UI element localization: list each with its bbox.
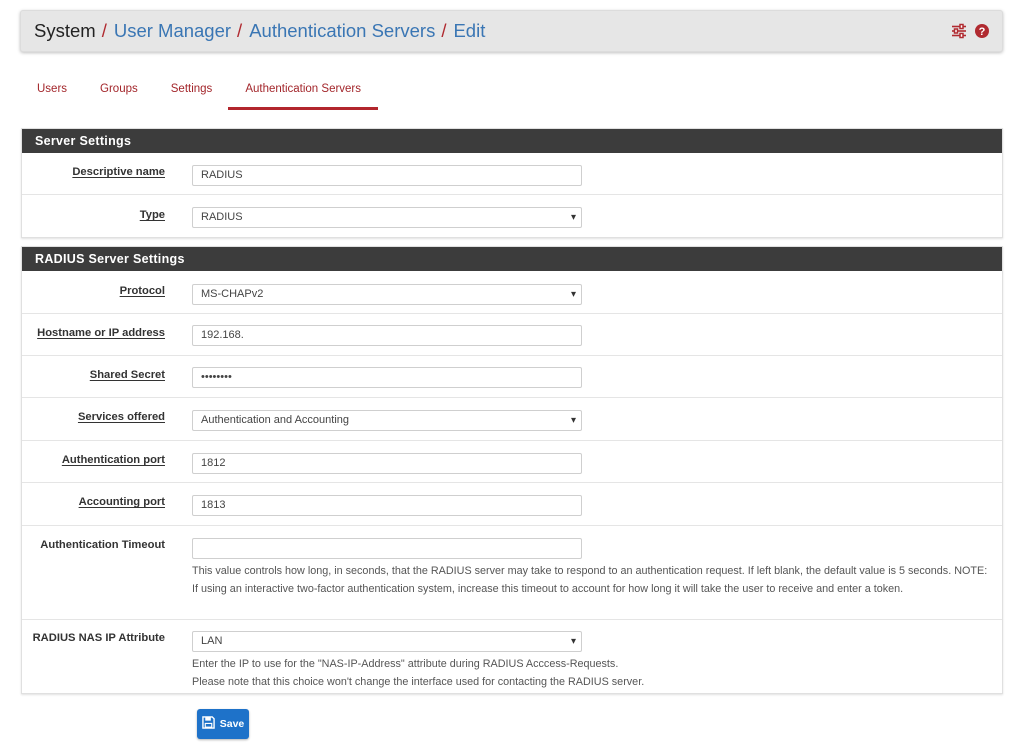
form-row: Services offered Authentication and Acco… xyxy=(22,398,1002,441)
nas-ip-attribute-label: RADIUS NAS IP Attribute xyxy=(32,632,165,644)
shared-secret-label: Shared Secret xyxy=(89,369,165,381)
breadcrumb-separator: / xyxy=(101,20,107,41)
sliders-icon[interactable] xyxy=(951,23,967,39)
services-offered-select-value: Authentication and Accounting xyxy=(201,414,350,426)
form-row: Type RADIUS xyxy=(22,195,1002,238)
accounting-port-input[interactable]: 1813 xyxy=(192,495,582,516)
form-row: Protocol MS-CHAPv2 xyxy=(22,271,1002,314)
type-select[interactable]: RADIUS xyxy=(192,207,582,228)
protocol-select-value: MS-CHAPv2 xyxy=(201,288,264,300)
form-row: Shared Secret •••••••• xyxy=(22,356,1002,398)
authentication-port-input[interactable]: 1812 xyxy=(192,453,582,474)
authentication-port-label: Authentication port xyxy=(61,454,165,466)
form-row: Descriptive name RADIUS xyxy=(22,153,1002,195)
type-select-value: RADIUS xyxy=(201,211,243,223)
svg-text:?: ? xyxy=(979,26,986,38)
form-row: RADIUS NAS IP Attribute LAN Enter the IP… xyxy=(22,620,1002,695)
breadcrumb-separator: / xyxy=(237,20,243,41)
form-row: Authentication Timeout This value contro… xyxy=(22,526,1002,620)
type-label: Type xyxy=(139,209,165,221)
floppy-disk-icon xyxy=(201,716,215,732)
save-button[interactable]: Save xyxy=(197,709,249,739)
breadcrumb-separator: / xyxy=(441,20,447,41)
breadcrumb-root: System xyxy=(34,20,96,41)
page-header: System / User Manager / Authentication S… xyxy=(20,10,1003,52)
protocol-label: Protocol xyxy=(119,285,165,297)
nas-ip-attribute-select[interactable]: LAN xyxy=(192,631,582,652)
tab-settings[interactable]: Settings xyxy=(154,72,229,110)
tab-users[interactable]: Users xyxy=(20,72,83,110)
panel-heading: Server Settings xyxy=(22,129,1002,153)
help-icon[interactable]: ? xyxy=(974,23,990,39)
shared-secret-input[interactable]: •••••••• xyxy=(192,367,582,388)
authentication-timeout-help: This value controls how long, in seconds… xyxy=(192,565,988,595)
save-button-label: Save xyxy=(219,718,245,730)
nas-ip-help-line-2: Please note that this choice won't chang… xyxy=(192,676,645,688)
accounting-port-label: Accounting port xyxy=(78,496,165,508)
server-settings-panel: Server Settings Descriptive name RADIUS … xyxy=(21,128,1003,238)
form-row: Hostname or IP address 192.168. xyxy=(22,314,1002,356)
hostname-input[interactable]: 192.168. xyxy=(192,325,582,346)
radius-settings-panel: RADIUS Server Settings Protocol MS-CHAPv… xyxy=(21,246,1003,694)
breadcrumb-authentication-servers[interactable]: Authentication Servers xyxy=(249,20,435,42)
nas-ip-attribute-select-value: LAN xyxy=(201,635,223,647)
authentication-timeout-label: Authentication Timeout xyxy=(40,539,165,551)
services-offered-label: Services offered xyxy=(77,411,165,423)
protocol-select[interactable]: MS-CHAPv2 xyxy=(192,284,582,305)
panel-heading: RADIUS Server Settings xyxy=(22,247,1002,271)
descriptive-name-label: Descriptive name xyxy=(72,166,165,178)
breadcrumb-edit[interactable]: Edit xyxy=(453,20,485,42)
tab-authentication-servers[interactable]: Authentication Servers xyxy=(228,72,379,110)
hostname-label: Hostname or IP address xyxy=(37,327,165,339)
form-row: Accounting port 1813 xyxy=(22,483,1002,526)
services-offered-select[interactable]: Authentication and Accounting xyxy=(192,410,582,431)
authentication-timeout-input[interactable] xyxy=(192,538,582,559)
descriptive-name-input[interactable]: RADIUS xyxy=(192,165,582,186)
breadcrumb-user-manager[interactable]: User Manager xyxy=(114,20,231,42)
breadcrumb: System / User Manager / Authentication S… xyxy=(34,20,485,42)
tab-bar: Users Groups Settings Authentication Ser… xyxy=(20,72,379,110)
nas-ip-help-line-1: Enter the IP to use for the "NAS-IP-Addr… xyxy=(192,658,619,670)
tab-groups[interactable]: Groups xyxy=(83,72,154,110)
form-row: Authentication port 1812 xyxy=(22,441,1002,483)
